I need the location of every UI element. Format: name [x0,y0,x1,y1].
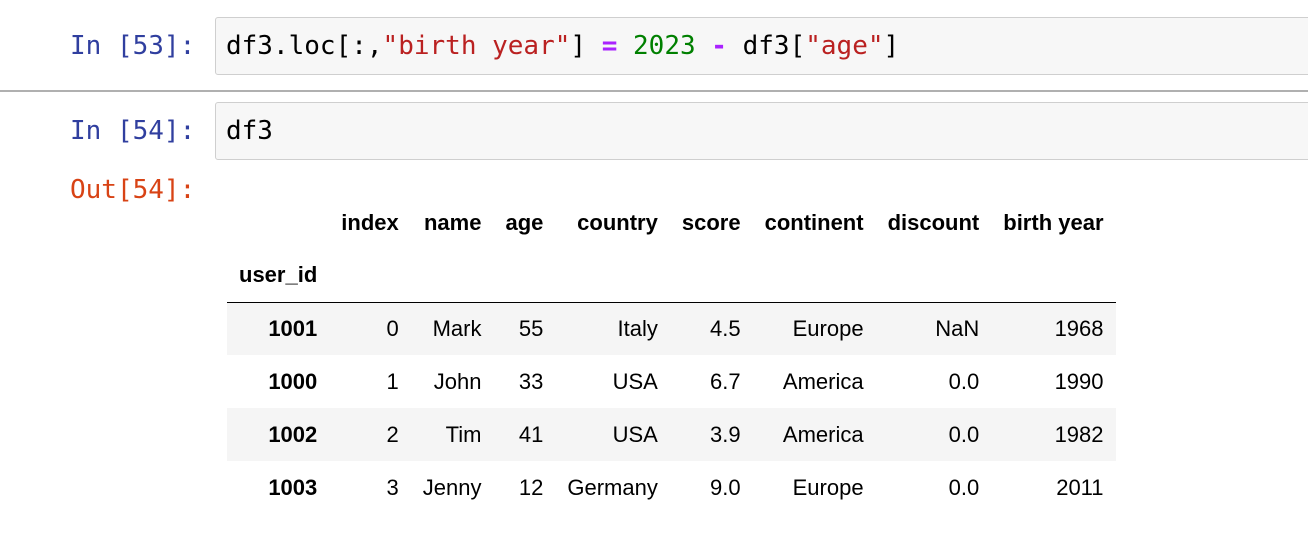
output-area: index name age country score continent d… [227,196,1116,514]
empty-header-cell [752,249,876,303]
column-header: index [341,209,399,235]
table-cell: 3 [386,474,399,500]
code-token-string: "birth year" [382,31,571,61]
index-name-row: user_id [227,249,1116,303]
empty-header-cell [555,249,670,303]
row-index: 1001 [268,315,318,341]
table-cell: Tim [445,421,482,447]
table-cell: 0.0 [948,421,980,447]
table-row: 1000 1 John 33 USA 6.7 America 0.0 1990 [227,355,1116,408]
table-cell: Italy [617,315,658,341]
table-cell: America [782,421,864,447]
in-prompt-54: In [54]: [70,116,196,146]
column-header: continent [764,209,864,235]
table-cell: 0 [386,315,399,341]
table-cell: Europe [792,474,864,500]
table-cell: Germany [567,474,658,500]
table-cell: 9.0 [709,474,741,500]
empty-header-cell [875,249,992,303]
table-cell: 1 [386,368,399,394]
column-header: discount [887,209,980,235]
code-token: ] [883,31,900,61]
row-index: 1000 [268,368,318,394]
table-cell: 2011 [1056,474,1104,500]
code-token: df3.loc[:, [226,31,383,61]
index-name-header: user_id [227,249,330,303]
table-cell: John [433,368,482,394]
corner-cell [227,196,329,249]
empty-header-cell [493,249,556,303]
table-cell: 55 [518,315,544,341]
row-index: 1002 [268,421,318,447]
table-row: 1001 0 Mark 55 Italy 4.5 Europe NaN 1968 [227,302,1116,355]
table-cell: 1968 [1054,315,1104,341]
in-prompt-53: In [53]: [70,31,196,61]
table-cell: 2 [386,421,399,447]
table-cell: 41 [518,421,544,447]
empty-header-cell [329,249,411,303]
table-cell: 1982 [1054,421,1104,447]
empty-header-cell [991,249,1116,303]
column-header-row: index name age country score continent d… [227,196,1116,249]
row-index: 1003 [268,474,318,500]
out-prompt-54: Out[54]: [70,175,196,205]
column-header: age [505,209,544,235]
code-input-53[interactable]: df3.loc[:,"birth year"] = 2023 - df3["ag… [215,17,1308,75]
column-header: birth year [1003,209,1104,235]
table-cell: USA [612,421,658,447]
code-line-54: df3 [226,116,273,146]
column-header: score [681,209,741,235]
table-cell: Mark [432,315,482,341]
table-row: 1003 3 Jenny 12 Germany 9.0 Europe 0.0 2… [227,461,1116,514]
table-row: 1002 2 Tim 41 USA 3.9 America 0.0 1982 [227,408,1116,461]
column-header: name [423,209,482,235]
table-cell: USA [612,368,658,394]
code-line-53: df3.loc[:,"birth year"] = 2023 - df3["ag… [226,30,899,62]
table-cell: 4.5 [709,315,741,341]
table-cell: 6.7 [709,368,741,394]
column-header: country [577,209,658,235]
table-cell: Jenny [422,474,482,500]
cell-separator [0,90,1308,92]
code-input-54[interactable]: df3 [215,102,1308,160]
table-cell: 12 [518,474,544,500]
table-cell: 33 [518,368,544,394]
code-token-string: "age" [805,31,884,61]
code-token-operator: = [601,31,618,61]
dataframe-table: index name age country score continent d… [227,196,1116,514]
code-token-operator: - [711,31,727,61]
code-token-number: 2023 [633,31,696,61]
code-token: ] [570,31,602,61]
table-cell: 1990 [1054,368,1104,394]
table-cell: 0.0 [948,368,980,394]
code-token: df3[ [726,31,806,61]
empty-header-cell [410,249,494,303]
table-cell: America [782,368,864,394]
table-cell: 0.0 [948,474,980,500]
table-cell: 3.9 [709,421,741,447]
table-cell: Europe [792,315,864,341]
empty-header-cell [669,249,753,303]
table-cell: NaN [935,315,980,341]
